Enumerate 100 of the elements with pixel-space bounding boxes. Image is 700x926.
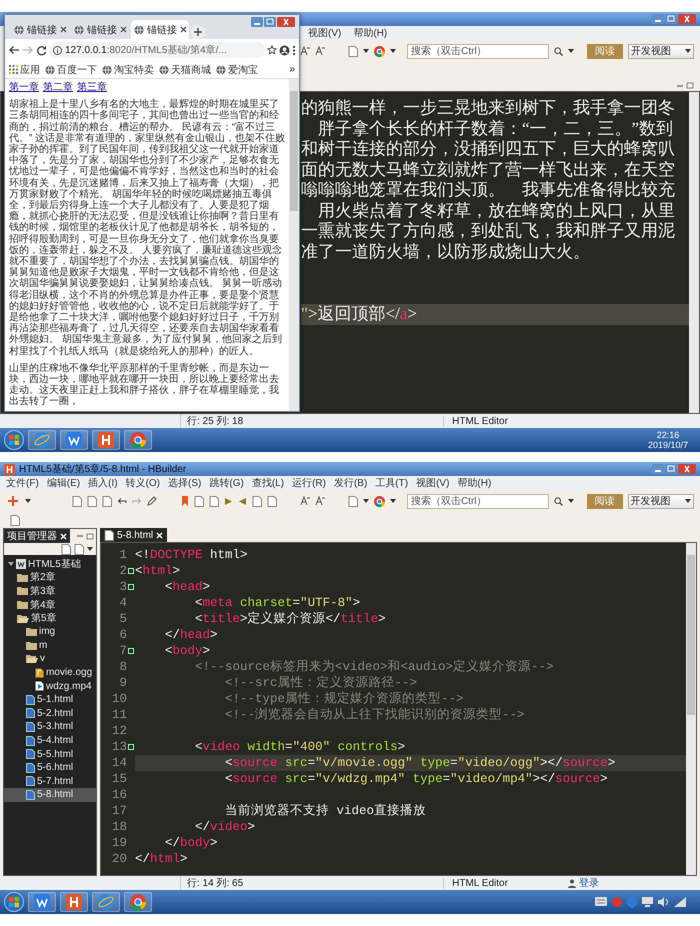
fold-marker-icon[interactable]	[128, 648, 134, 654]
bookmark[interactable]: 应用	[9, 62, 40, 76]
bookmark[interactable]: 天猫商城	[159, 62, 211, 76]
undo-arrow-icon[interactable]	[117, 497, 128, 505]
fold-marker-icon[interactable]	[128, 568, 134, 574]
menu-item[interactable]: 查找(L)	[252, 476, 284, 490]
search-icon[interactable]	[554, 46, 563, 56]
font-size-icon[interactable]	[300, 46, 310, 56]
document-icon[interactable]	[61, 544, 71, 554]
tree-item[interactable]: 5-7.html	[4, 774, 96, 788]
menu-item[interactable]: 文件(F)	[6, 476, 39, 490]
menu-item[interactable]: 运行(R)	[292, 476, 326, 490]
menu-item[interactable]: 编辑(E)	[46, 476, 80, 490]
login-link[interactable]: 登录	[568, 876, 599, 890]
chrome-logo-icon[interactable]	[374, 46, 386, 56]
document-icon[interactable]	[74, 544, 84, 554]
close-icon[interactable]	[60, 26, 67, 33]
tree-item[interactable]: 5-2.html	[4, 706, 96, 720]
close-icon[interactable]	[120, 26, 127, 33]
menu-item[interactable]: 帮助(H)	[353, 26, 388, 40]
maximize-icon[interactable]	[686, 82, 694, 89]
keyboard-icon[interactable]	[595, 896, 607, 906]
tree-item[interactable]: 5-8.html	[4, 788, 96, 802]
taskbar-button[interactable]	[60, 430, 88, 450]
start-orb-icon[interactable]	[4, 430, 24, 450]
document-icon[interactable]	[194, 496, 204, 506]
tree-item[interactable]: HTML5基础	[4, 557, 96, 571]
flag-icon[interactable]	[180, 496, 189, 506]
taskbar-button[interactable]	[92, 892, 120, 912]
scrollbar-thumb[interactable]	[290, 91, 298, 211]
more-icon[interactable]	[292, 44, 296, 56]
taskbar-button[interactable]	[124, 430, 152, 450]
tree-item[interactable]: movie.ogg	[4, 666, 96, 680]
tree-item[interactable]: 5-1.html	[4, 692, 96, 707]
menu-item[interactable]: 工具(T)	[375, 476, 408, 490]
menu-item[interactable]: 发行(B)	[334, 476, 368, 490]
tree-item[interactable]: 5-5.html	[4, 747, 96, 761]
font-size-icon[interactable]	[315, 46, 325, 56]
maximize-icon[interactable]	[86, 532, 94, 540]
font-size-icon[interactable]	[314, 496, 325, 506]
fold-marker-icon[interactable]	[128, 584, 134, 590]
fold-marker-icon[interactable]	[128, 744, 134, 750]
search-icon[interactable]	[554, 496, 563, 506]
speaker-icon[interactable]	[658, 896, 669, 906]
maximize-icon[interactable]	[665, 14, 677, 24]
bookmark[interactable]: 爱淘宝	[216, 62, 258, 76]
tree-item[interactable]: 5-3.html	[4, 720, 96, 734]
back-icon[interactable]	[8, 45, 20, 55]
document-icon[interactable]	[252, 496, 262, 506]
search-field[interactable]: 搜索（双击Ctrl）	[407, 44, 549, 58]
taskbar-button[interactable]	[28, 892, 56, 912]
menu-item[interactable]: 选择(S)	[168, 476, 202, 490]
view-dropdown[interactable]: 开发视图	[628, 44, 694, 58]
tree-item[interactable]: 第5章	[4, 611, 96, 625]
tree-item[interactable]: 5-6.html	[4, 760, 96, 774]
address-bar[interactable]: 127.0.0.1:8020/HTML5基础/第4章/...	[49, 42, 265, 58]
browser-tab[interactable]: 锚链接	[71, 20, 129, 39]
signal-icon[interactable]	[674, 896, 686, 906]
more-bookmarks-button[interactable]: »	[289, 64, 295, 75]
scrollbar-thumb[interactable]	[687, 555, 695, 715]
view-dropdown[interactable]: 开发视图	[628, 494, 694, 508]
document-icon[interactable]	[102, 496, 112, 506]
tree-item[interactable]: m	[4, 638, 96, 652]
browser-tab[interactable]: 锚链接	[11, 20, 69, 39]
menu-item[interactable]: 插入(I)	[88, 476, 118, 490]
minimize-icon[interactable]	[76, 532, 84, 538]
tree-item[interactable]: v	[4, 652, 96, 666]
pen-icon[interactable]	[147, 496, 158, 506]
search-field[interactable]: 搜索（双击Ctrl）	[406, 494, 549, 508]
document-icon[interactable]	[348, 46, 358, 56]
font-size-icon[interactable]	[300, 496, 310, 506]
menu-item[interactable]: 视图(V)	[416, 476, 450, 490]
plus-icon[interactable]	[191, 25, 205, 39]
document-icon[interactable]	[72, 496, 82, 506]
tree-item[interactable]: 第3章	[4, 584, 96, 598]
minimize-icon[interactable]	[676, 82, 684, 88]
bookmark[interactable]: 百度一下	[45, 62, 97, 76]
panel-tab[interactable]: 项目管理器	[4, 529, 70, 543]
editor-tab[interactable]: 5-8.html	[100, 528, 168, 542]
taskbar-button[interactable]	[124, 892, 152, 912]
maximize-icon[interactable]	[264, 17, 276, 27]
document-icon[interactable]	[348, 496, 358, 506]
close-icon[interactable]	[180, 26, 187, 33]
start-orb-icon[interactable]	[4, 892, 24, 912]
reload-icon[interactable]	[36, 44, 47, 56]
browser-tab[interactable]: 锚链接	[131, 20, 189, 39]
menu-item[interactable]: 跳转(G)	[209, 476, 244, 490]
document-icon[interactable]	[87, 496, 98, 506]
star-icon[interactable]	[267, 45, 277, 55]
document-icon[interactable]	[10, 514, 20, 526]
chapter-link[interactable]: 第二章	[43, 82, 73, 94]
tree-item[interactable]: 第4章	[4, 598, 96, 612]
maximize-icon[interactable]	[665, 464, 677, 474]
taskbar-button[interactable]	[28, 430, 56, 450]
chapter-link[interactable]: 第三章	[77, 82, 107, 94]
tree-item[interactable]: 第2章	[4, 570, 96, 584]
minimize-icon[interactable]	[652, 464, 664, 474]
taskbar-button[interactable]	[92, 430, 120, 450]
document-icon[interactable]	[208, 496, 219, 506]
tree-item[interactable]: wdzg.mp4	[4, 679, 96, 693]
